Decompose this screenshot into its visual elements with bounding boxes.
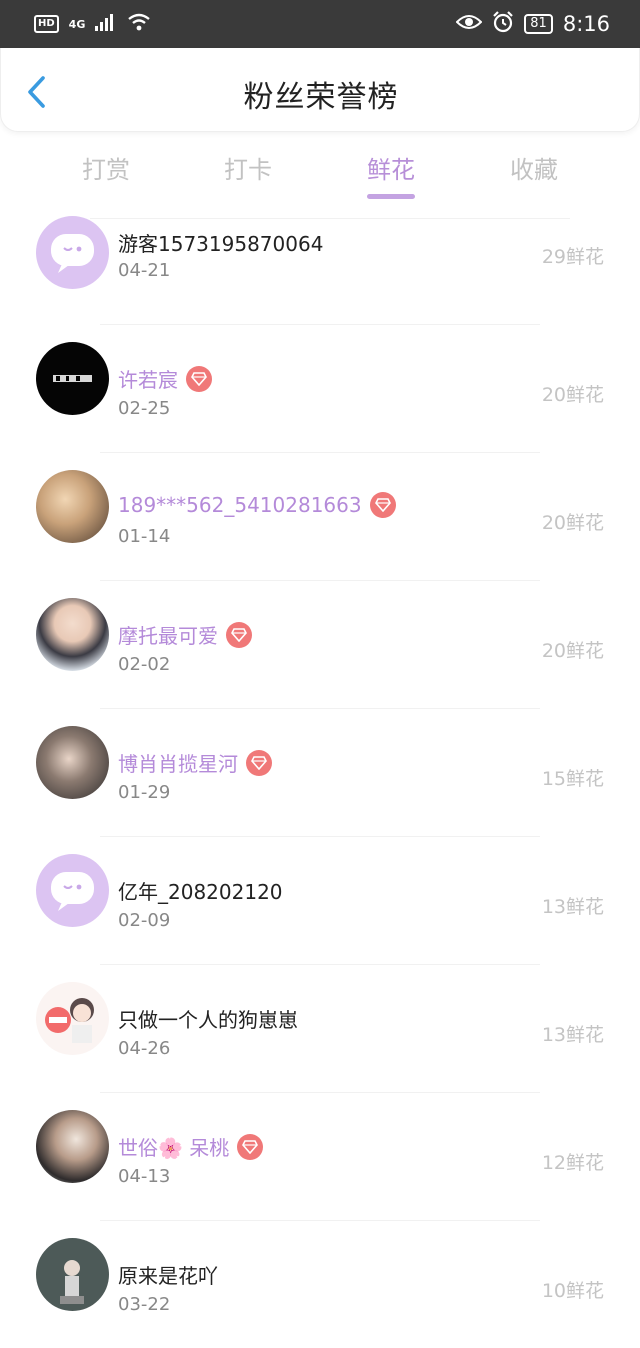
avatar bbox=[36, 854, 109, 927]
user-name: 原来是花吖 bbox=[118, 1264, 218, 1288]
active-tab-indicator bbox=[367, 194, 415, 199]
list-item[interactable]: 亿年_208202120 02-09 13鲜花 bbox=[0, 836, 640, 964]
flower-count: 13鲜花 bbox=[541, 896, 604, 918]
flower-count: 12鲜花 bbox=[541, 1152, 604, 1174]
date: 02-25 bbox=[118, 398, 171, 419]
person-photo-icon bbox=[60, 1260, 84, 1304]
divider bbox=[100, 1092, 540, 1093]
hd-indicator: HD bbox=[34, 15, 59, 33]
clock: 8:16 bbox=[562, 12, 610, 36]
tab-flowers[interactable]: 鲜花 bbox=[331, 150, 451, 200]
divider bbox=[100, 324, 540, 325]
network-type: 4G bbox=[68, 17, 86, 31]
flower-count: 13鲜花 bbox=[541, 1024, 604, 1046]
list-item[interactable]: 许若宸 02-25 20鲜花 bbox=[0, 324, 640, 452]
avatar bbox=[36, 470, 109, 543]
tab-bar: 打赏 打卡 鲜花 收藏 bbox=[0, 146, 640, 206]
diamond-badge-icon bbox=[369, 492, 396, 518]
user-name: 摩托最可爱 bbox=[118, 620, 252, 649]
date: 02-09 bbox=[118, 910, 171, 931]
top-navigation-bar: 粉丝荣誉榜 bbox=[0, 48, 640, 132]
user-name: 游客1573195870064 bbox=[118, 232, 324, 256]
flower-count: 15鲜花 bbox=[541, 768, 604, 790]
diamond-badge-icon bbox=[186, 365, 212, 392]
user-name: 博肖肖揽星河 bbox=[118, 748, 272, 777]
cartoon-character-icon bbox=[45, 998, 94, 1043]
list-item[interactable]: 世俗🌸 呆桃 04-13 12鲜花 bbox=[0, 1092, 640, 1220]
date: 03-22 bbox=[118, 1294, 171, 1315]
date: 02-02 bbox=[118, 654, 171, 675]
diamond-badge-icon bbox=[226, 621, 252, 648]
avatar bbox=[36, 342, 109, 415]
diamond-badge-icon bbox=[237, 1133, 264, 1160]
status-bar: HD 4G 81 8:16 bbox=[0, 0, 640, 48]
flower-count: 29鲜花 bbox=[541, 246, 604, 268]
divider bbox=[100, 1220, 540, 1221]
tab-favorites[interactable]: 收藏 bbox=[474, 150, 594, 200]
avatar bbox=[36, 982, 109, 1055]
divider bbox=[100, 964, 540, 965]
flower-count: 20鲜花 bbox=[541, 384, 604, 406]
user-name: 只做一个人的狗崽崽 bbox=[118, 1008, 298, 1032]
list-item[interactable]: 189***562_5410281663 01-14 20鲜花 bbox=[0, 452, 640, 580]
date: 01-29 bbox=[118, 782, 171, 803]
divider bbox=[90, 218, 570, 219]
divider bbox=[100, 836, 540, 837]
date: 04-26 bbox=[118, 1038, 171, 1059]
user-name: 189***562_5410281663 bbox=[118, 492, 396, 518]
flower-count: 10鲜花 bbox=[541, 1280, 604, 1302]
battery-indicator: 81 bbox=[524, 14, 553, 34]
list-item[interactable]: 摩托最可爱 02-02 20鲜花 bbox=[0, 580, 640, 708]
flower-count: 20鲜花 bbox=[541, 512, 604, 534]
alarm-icon bbox=[492, 10, 514, 38]
tab-label: 收藏 bbox=[510, 156, 558, 184]
date: 01-14 bbox=[118, 526, 171, 547]
divider bbox=[100, 580, 540, 581]
list-item[interactable]: 只做一个人的狗崽崽 04-26 13鲜花 bbox=[0, 964, 640, 1092]
page-title: 粉丝荣誉榜 bbox=[243, 80, 399, 115]
avatar bbox=[36, 598, 109, 671]
tab-tips[interactable]: 打赏 bbox=[46, 150, 166, 200]
tab-checkin[interactable]: 打卡 bbox=[188, 150, 308, 200]
divider bbox=[100, 708, 540, 709]
user-name: 许若宸 bbox=[118, 364, 212, 393]
chat-bubble-icon bbox=[51, 872, 94, 911]
date: 04-21 bbox=[118, 260, 171, 281]
avatar bbox=[36, 726, 109, 799]
avatar bbox=[36, 216, 109, 289]
list-item[interactable]: 原来是花吖 03-22 10鲜花 bbox=[0, 1220, 640, 1348]
eye-icon bbox=[455, 12, 483, 36]
list-item[interactable]: 博肖肖揽星河 01-29 15鲜花 bbox=[0, 708, 640, 836]
avatar bbox=[36, 1238, 109, 1311]
user-name: 亿年_208202120 bbox=[118, 880, 283, 904]
text-logo-icon bbox=[53, 375, 92, 382]
signal-icon bbox=[95, 12, 117, 36]
diamond-badge-icon bbox=[246, 749, 272, 776]
flower-count: 20鲜花 bbox=[541, 640, 604, 662]
chat-bubble-icon bbox=[51, 234, 94, 273]
tab-label: 打卡 bbox=[224, 156, 272, 184]
list-item[interactable]: 游客1573195870064 04-21 29鲜花 bbox=[0, 212, 640, 340]
tab-label: 打赏 bbox=[82, 156, 130, 184]
user-name: 世俗🌸 呆桃 bbox=[118, 1132, 264, 1161]
avatar bbox=[36, 1110, 109, 1183]
divider bbox=[100, 452, 540, 453]
tab-label: 鲜花 bbox=[367, 156, 415, 184]
wifi-icon bbox=[127, 12, 151, 36]
date: 04-13 bbox=[118, 1166, 171, 1187]
